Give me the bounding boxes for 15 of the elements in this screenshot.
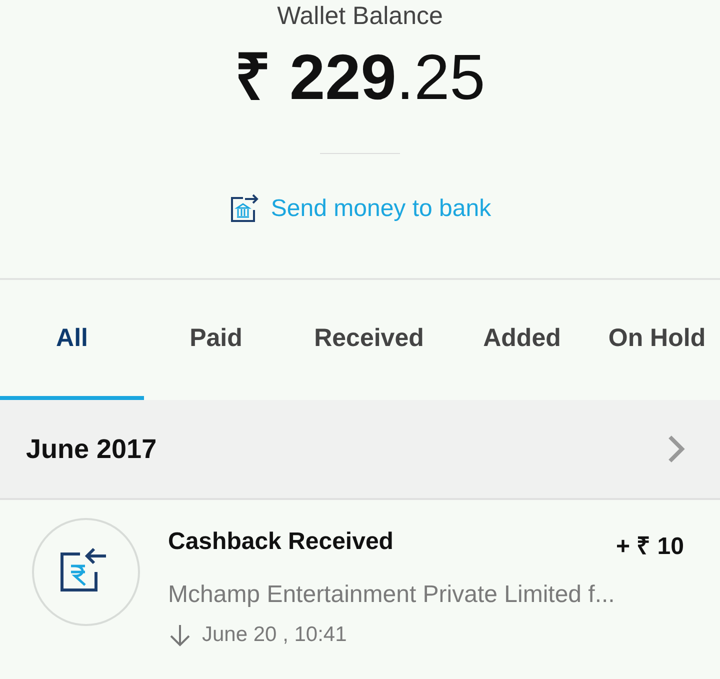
transaction-amount: + ₹ 10	[616, 532, 684, 561]
balance-amount: ₹ 229.25	[234, 41, 486, 113]
transaction-description: Mchamp Entertainment Private Limited f...	[168, 581, 616, 609]
filter-tab[interactable]: Received	[288, 280, 450, 400]
cashback-icon	[32, 518, 140, 626]
chevron-right-icon[interactable]	[666, 433, 686, 465]
filter-tab[interactable]: Paid	[144, 280, 288, 400]
bank-transfer-icon	[228, 194, 261, 224]
balance-label: Wallet Balance	[277, 2, 443, 31]
arrow-down-icon	[168, 623, 192, 647]
transaction-time: June 20 , 10:41	[202, 623, 347, 647]
filter-tab[interactable]: Added	[450, 280, 594, 400]
month-label: June 2017	[26, 434, 157, 464]
filter-tab[interactable]: On Hold	[594, 280, 720, 400]
transaction-title: Cashback Received	[168, 528, 394, 557]
